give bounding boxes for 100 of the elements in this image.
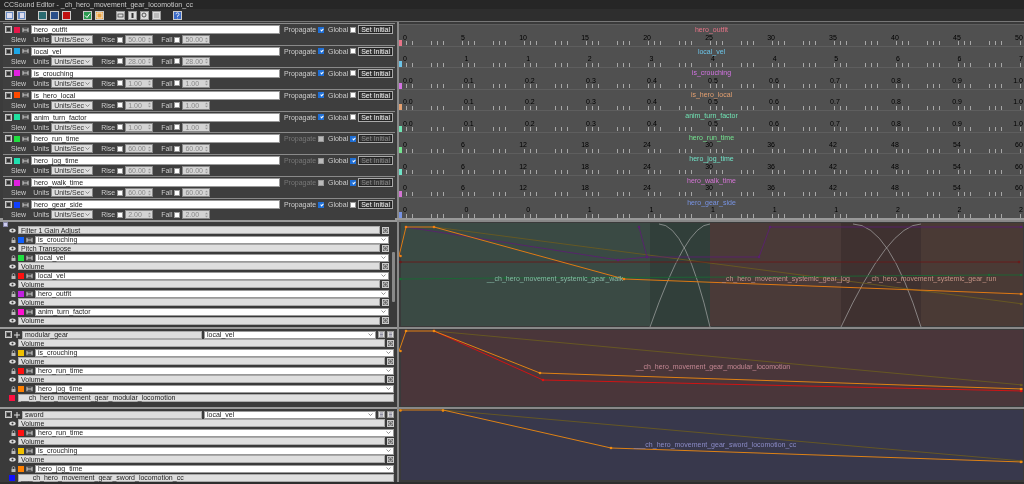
- checkbox[interactable]: [117, 145, 124, 152]
- checkbox[interactable]: [117, 189, 124, 196]
- toggle-icon[interactable]: [5, 411, 12, 418]
- checkbox[interactable]: [117, 167, 124, 174]
- checkbox[interactable]: [174, 211, 181, 218]
- range-icon[interactable]: [22, 26, 29, 33]
- checkbox[interactable]: [318, 179, 325, 186]
- range-icon[interactable]: [26, 349, 33, 356]
- remove-icon[interactable]: [387, 357, 394, 365]
- checkbox[interactable]: [174, 189, 181, 196]
- range-icon[interactable]: [26, 465, 33, 472]
- envelope-curve[interactable]: [399, 273, 1023, 281]
- checkbox[interactable]: [350, 201, 357, 208]
- checkbox[interactable]: [174, 58, 181, 65]
- checkbox[interactable]: [350, 179, 357, 186]
- checkbox[interactable]: [174, 167, 181, 174]
- scrollbar[interactable]: [392, 252, 395, 302]
- lock-icon[interactable]: [11, 367, 16, 374]
- range-icon[interactable]: [22, 48, 29, 55]
- range-icon[interactable]: [22, 70, 29, 77]
- eye-icon[interactable]: [9, 227, 16, 233]
- eye-icon[interactable]: [9, 245, 16, 251]
- eye-icon[interactable]: [9, 456, 16, 462]
- lock-icon[interactable]: [11, 290, 16, 297]
- color-swatch[interactable]: [18, 385, 24, 392]
- checkbox[interactable]: [318, 201, 325, 208]
- add-icon[interactable]: [14, 411, 20, 418]
- checkbox[interactable]: [318, 26, 325, 33]
- color-swatch[interactable]: [18, 272, 24, 279]
- remove-icon[interactable]: [387, 419, 394, 427]
- toggle-icon[interactable]: [5, 157, 12, 165]
- lock-icon[interactable]: [11, 272, 16, 279]
- window-icon[interactable]: [152, 10, 161, 20]
- remove-icon[interactable]: [382, 298, 389, 306]
- color-swatch[interactable]: [18, 349, 24, 356]
- checkbox[interactable]: [350, 92, 357, 99]
- color-swatch[interactable]: [14, 92, 20, 99]
- toggle-icon[interactable]: [5, 113, 12, 121]
- checkbox[interactable]: [117, 124, 124, 131]
- lock-icon[interactable]: [11, 236, 16, 243]
- range-icon[interactable]: [26, 236, 33, 243]
- toggle-icon[interactable]: [5, 331, 12, 338]
- eye-icon[interactable]: [9, 281, 16, 287]
- checkbox[interactable]: [117, 102, 124, 109]
- range-icon[interactable]: [22, 92, 29, 99]
- color-swatch[interactable]: [14, 201, 20, 208]
- checkbox[interactable]: [174, 124, 181, 131]
- checkbox[interactable]: [117, 211, 124, 218]
- lock-icon[interactable]: [11, 385, 16, 392]
- remove-icon[interactable]: [387, 375, 394, 383]
- toggle-icon[interactable]: [5, 26, 12, 33]
- range-icon[interactable]: [22, 179, 29, 186]
- color-swatch[interactable]: [18, 236, 24, 243]
- range-icon[interactable]: [26, 385, 33, 392]
- square-icon[interactable]: [38, 10, 47, 20]
- remove-icon[interactable]: [382, 317, 389, 324]
- color-swatch[interactable]: [18, 367, 24, 374]
- range-icon[interactable]: [22, 157, 29, 164]
- color-swatch[interactable]: [9, 394, 15, 401]
- checkbox[interactable]: [174, 102, 181, 109]
- eye-icon[interactable]: [9, 340, 16, 346]
- checkbox[interactable]: [350, 114, 357, 121]
- checkbox[interactable]: [350, 157, 357, 164]
- toggle-icon[interactable]: [5, 47, 12, 55]
- toggle-icon[interactable]: [5, 135, 12, 143]
- eye-icon[interactable]: [9, 299, 16, 305]
- lock-icon[interactable]: [11, 308, 16, 315]
- window-icon[interactable]: [128, 10, 137, 20]
- crossfade-region[interactable]: [649, 223, 711, 327]
- eye-icon[interactable]: [9, 376, 16, 382]
- color-swatch[interactable]: [14, 48, 20, 55]
- checkbox[interactable]: [350, 26, 357, 33]
- range-icon[interactable]: [26, 290, 33, 297]
- checkbox[interactable]: [350, 48, 357, 55]
- range-icon[interactable]: [26, 429, 33, 436]
- remove-icon[interactable]: [382, 226, 389, 234]
- color-swatch[interactable]: [18, 429, 24, 436]
- zoom-icon[interactable]: [140, 10, 149, 20]
- toggle-icon[interactable]: [5, 201, 12, 209]
- color-swatch[interactable]: [14, 70, 20, 77]
- color-swatch[interactable]: [18, 290, 24, 297]
- eye-icon[interactable]: [9, 318, 16, 323]
- checkbox[interactable]: [174, 145, 181, 152]
- checkbox[interactable]: [350, 135, 357, 142]
- checkbox[interactable]: [318, 114, 325, 121]
- range-icon[interactable]: [26, 447, 33, 454]
- check-icon[interactable]: [83, 10, 92, 20]
- remove-icon[interactable]: [387, 455, 394, 463]
- remove-icon[interactable]: [382, 262, 389, 270]
- lock-icon[interactable]: [11, 429, 16, 436]
- toggle-icon[interactable]: [5, 91, 12, 99]
- remove-icon[interactable]: [387, 339, 394, 347]
- eye-icon[interactable]: [9, 438, 16, 444]
- checkbox[interactable]: [117, 58, 124, 65]
- square-icon[interactable]: [50, 10, 59, 20]
- checkbox[interactable]: [318, 48, 325, 55]
- range-icon[interactable]: [26, 254, 33, 261]
- square-icon[interactable]: [62, 10, 71, 20]
- eye-icon[interactable]: [9, 263, 16, 269]
- color-swatch[interactable]: [14, 135, 20, 142]
